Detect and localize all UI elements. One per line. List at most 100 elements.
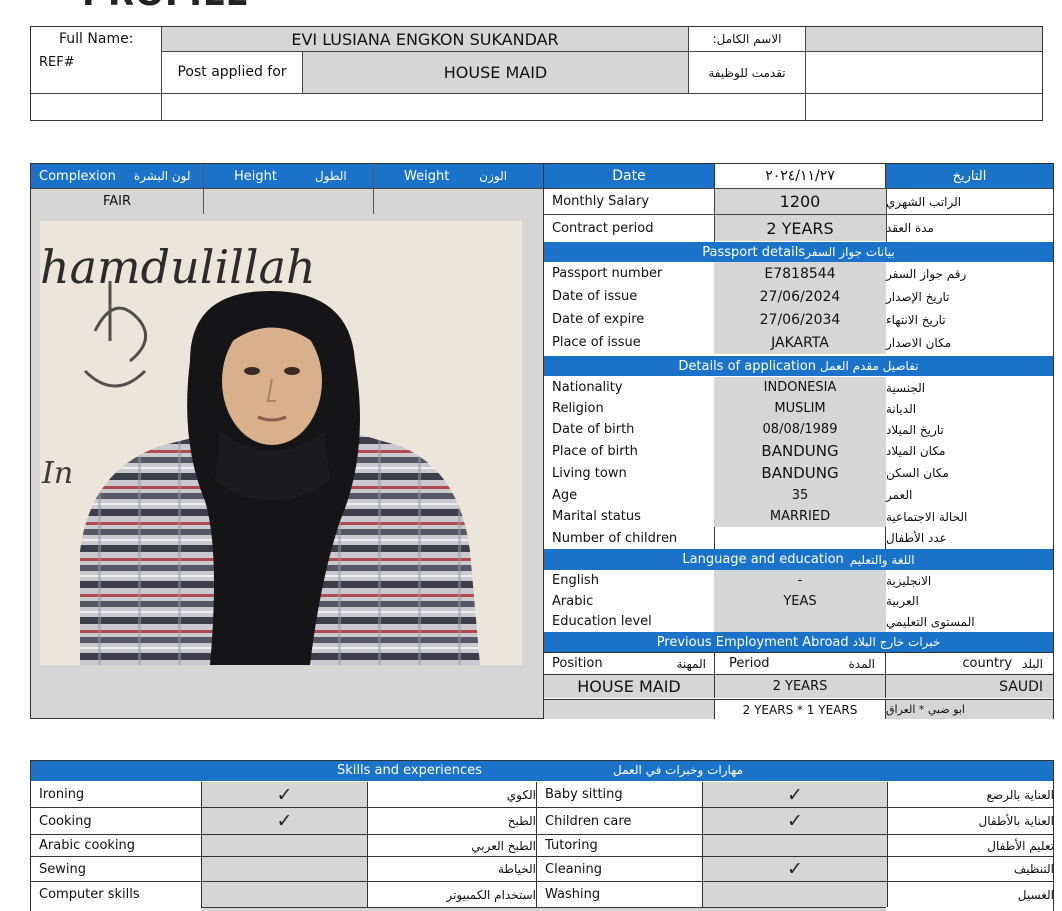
children-label: Number of children	[552, 530, 678, 546]
skills-header-en: Skills and experiences	[337, 763, 482, 778]
skills-table: Skills and experiences مهارات وخبرات في …	[30, 760, 1054, 911]
age-value: 35	[714, 484, 886, 506]
skill-ironing-check: ✓	[201, 782, 367, 808]
post-applied-ar-label: تقدمت للوظيفة	[708, 65, 786, 80]
living-town-label: Living town	[552, 465, 627, 481]
skill-computer-ar: استخدام الكمبيوتر	[367, 882, 536, 907]
applicant-photo: hamdulillah In	[40, 221, 522, 665]
emp-position-header: Position	[552, 656, 603, 671]
birth-date-label: Date of birth	[552, 422, 635, 437]
emp-row1-position: HOUSE MAID	[544, 675, 714, 698]
applicant-photo-illustration: hamdulillah In	[40, 221, 522, 665]
birth-place-value: BANDUNG	[714, 440, 886, 462]
application-header-ar: تفاصيل مقدم العمل	[819, 359, 919, 373]
skill-cleaning-label: Cleaning	[537, 857, 702, 882]
skill-arabic-cooking-ar: الطبخ العربي	[367, 835, 536, 857]
salary-value: 1200	[714, 189, 886, 214]
marital-status-value: MARRIED	[714, 506, 886, 527]
name-block: Full Name: REF# EVI LUSIANA ENGKON SUKAN…	[30, 26, 1043, 121]
emp-row1-country: SAUDI	[886, 675, 1053, 698]
skill-sewing-check	[201, 857, 367, 882]
full-name-extra	[806, 27, 1042, 51]
religion-ar: الديانة	[886, 401, 917, 416]
skill-children-care-label: Children care	[537, 808, 702, 835]
height-header: Height	[234, 168, 277, 184]
emp-country-ar-header: البلد	[1022, 656, 1043, 671]
skill-cleaning-ar: التنظيف	[887, 857, 1054, 882]
emp-row2-period: 2 YEARS * 1 YEARS	[714, 699, 886, 719]
religion-label: Religion	[552, 401, 604, 416]
language-rows: English - الانجليزية Arabic YEAS العربية…	[544, 570, 1053, 632]
language-header-ar: اللغة والتعليم	[849, 552, 915, 567]
skill-washing-check	[702, 882, 887, 907]
employment-header-en: Previous Employment Abroad	[656, 634, 849, 650]
language-section-header: Language and education اللغة والتعليم	[544, 549, 1053, 570]
skill-children-care-check: ✓	[702, 808, 887, 835]
birth-place-label: Place of birth	[552, 443, 638, 459]
passport-rows: Passport number E7818544 رقم جواز السفر …	[544, 262, 1053, 354]
weight-ar-header: الوزن	[479, 169, 508, 183]
passport-number-value: E7818544	[714, 262, 886, 285]
skill-sewing-label: Sewing	[31, 857, 201, 882]
passport-section-header: Passport details بيانات جواز السفر	[544, 242, 1053, 262]
skill-baby-sitting-ar: العناية بالرضع	[887, 782, 1054, 808]
wall-script-text: hamdulillah	[40, 240, 316, 294]
skill-baby-sitting-label: Baby sitting	[537, 782, 702, 808]
living-town-ar: مكان السكن	[886, 466, 949, 480]
full-name-ar-label: الاسم الكامل:	[712, 32, 782, 46]
details-table: Date ٢٠٢٤/١١/٢٧ التاريخ Monthly Salary 1…	[543, 163, 1054, 719]
english-label: English	[552, 573, 599, 588]
english-value: -	[714, 570, 886, 591]
ref-label: REF#	[39, 55, 75, 70]
passport-header-en: Passport details	[702, 244, 806, 260]
emp-position-ar-header: المهنة	[676, 656, 706, 671]
age-label: Age	[552, 487, 578, 503]
application-rows: Nationality INDONESIA الجنسية Religion M…	[544, 377, 1053, 549]
complexion-value: FAIR	[31, 189, 203, 214]
date-ar-label: التاريخ	[886, 164, 1053, 188]
emp-period-ar-header: المدة	[848, 656, 875, 671]
full-name-label: Full Name:	[59, 31, 134, 47]
application-section-header: Details of application تفاصيل مقدم العمل	[544, 356, 1053, 376]
employment-rows: HOUSE MAID 2 YEARS SAUDI 2 YEARS * 1 YEA…	[544, 674, 1053, 719]
complexion-header: Complexion	[39, 168, 116, 184]
expire-date-ar: تاريخ الانتهاء	[886, 312, 946, 327]
contract-ar-label: مدة العقد	[886, 221, 934, 235]
height-ar-header: الطول	[314, 169, 347, 183]
expire-date-label: Date of expire	[552, 312, 645, 327]
living-town-value: BANDUNG	[714, 462, 886, 484]
application-header-en: Details of application	[678, 358, 816, 374]
skill-baby-sitting-check: ✓	[702, 782, 887, 808]
employment-header-ar: خبرات خارج البلاد	[852, 635, 941, 649]
issue-place-value: JAKARTA	[714, 331, 886, 354]
education-label: Education level	[552, 614, 652, 629]
salary-ar-label: الراتب الشهري	[886, 194, 962, 209]
passport-number-ar: رقم جواز السفر	[886, 266, 967, 281]
nationality-label: Nationality	[552, 380, 623, 395]
skill-ironing-ar: الكوي	[367, 782, 536, 808]
marital-status-ar: الحالة الاجتماعية	[886, 509, 968, 524]
issue-date-value: 27/06/2024	[714, 285, 886, 308]
height-value	[204, 189, 373, 214]
expire-date-value: 27/06/2034	[714, 308, 886, 331]
education-value	[714, 611, 886, 632]
skill-cooking-label: Cooking	[31, 808, 201, 835]
employment-columns: Position المهنة Period المدة country الب…	[544, 652, 1053, 674]
age-ar: العمر	[886, 488, 913, 502]
emp-row1-period: 2 YEARS	[714, 675, 886, 698]
passport-header-ar: بيانات جواز السفر	[805, 245, 895, 259]
skills-header: Skills and experiences مهارات وخبرات في …	[31, 761, 1053, 781]
date-value: ٢٠٢٤/١١/٢٧	[714, 164, 886, 188]
wall-script-text-2: In	[41, 456, 73, 491]
weight-value	[374, 189, 543, 214]
language-header-en: Language and education	[682, 552, 844, 567]
issue-date-ar: تاريخ الإصدار	[886, 289, 950, 304]
issue-place-ar: مكان الاصدار	[886, 335, 952, 350]
issue-date-label: Date of issue	[552, 289, 638, 304]
skill-arabic-cooking-check	[201, 835, 367, 857]
skill-tutoring-ar: تعليم الأطفال	[887, 835, 1054, 857]
full-name-value: EVI LUSIANA ENGKON SUKANDAR	[162, 27, 688, 51]
weight-header: Weight	[404, 168, 450, 184]
physical-table: Complexion لون البشرة Height الطول Weigh…	[30, 163, 544, 215]
birth-date-ar: تاريخ الميلاد	[886, 422, 944, 437]
